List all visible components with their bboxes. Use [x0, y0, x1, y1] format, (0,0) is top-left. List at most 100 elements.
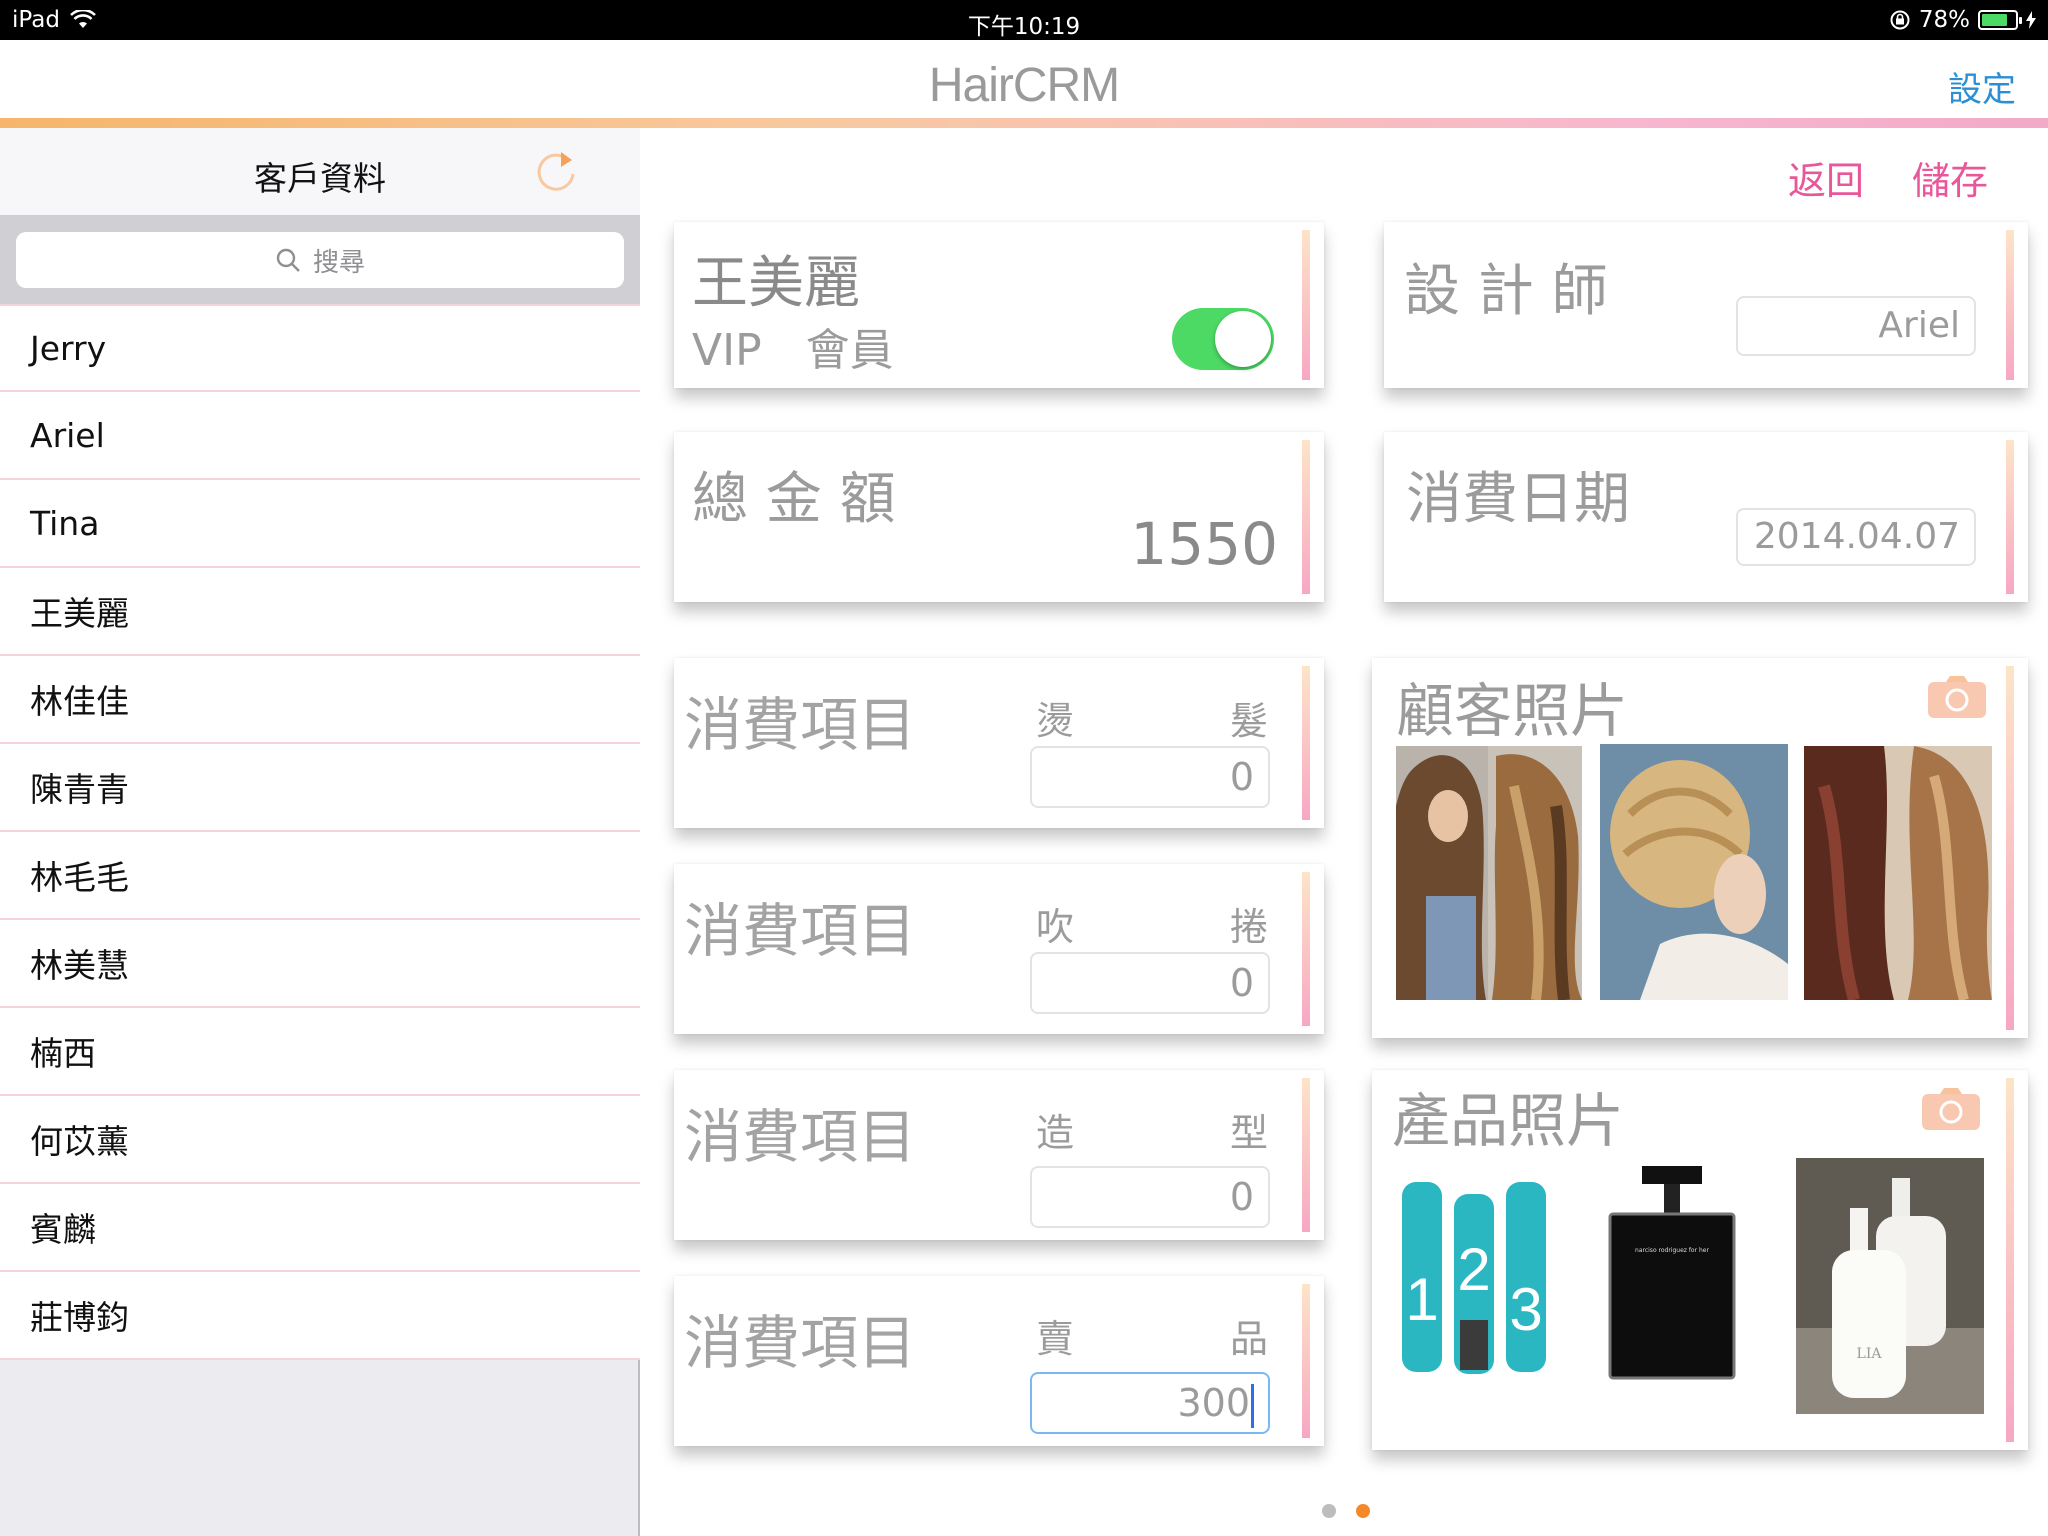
item-type-a: 吹 [1036, 905, 1075, 949]
customer-list-item[interactable]: 莊博鈞 [0, 1272, 640, 1360]
customer-list-item[interactable]: Ariel [0, 392, 640, 480]
settings-button[interactable]: 設定 [1948, 62, 2016, 111]
item-card: 消費項目 造 型 0 [674, 1070, 1324, 1240]
search-bar: 搜尋 [0, 216, 640, 304]
customer-list-item[interactable]: 王美麗 [0, 568, 640, 656]
action-bar: 返回 儲存 [1788, 150, 1988, 205]
customer-list-item[interactable]: Tina [0, 480, 640, 568]
card-accent [1302, 230, 1310, 380]
product-photo[interactable]: narciso rodriguez for her [1590, 1166, 1754, 1386]
item-card: 消費項目 吹 捲 0 [674, 864, 1324, 1034]
item-label: 消費項目 [684, 691, 917, 759]
date-card: 消費日期 2014.04.07 [1384, 432, 2028, 602]
total-label: 總 金 額 [692, 467, 896, 532]
customer-list: Jerry Ariel Tina 王美麗 林佳佳 陳青青 林毛毛 林美慧 楠西 何苡薰 賓麟 莊博鈞 [0, 304, 640, 1360]
card-accent [2006, 666, 2014, 1030]
customer-list-item[interactable]: 陳青青 [0, 744, 640, 832]
page-dot[interactable] [1322, 1504, 1336, 1518]
refresh-icon[interactable] [528, 144, 584, 200]
header-gradient-divider [0, 118, 2048, 128]
date-label: 消費日期 [1406, 467, 1630, 532]
product-photo[interactable]: LIA [1796, 1158, 1984, 1414]
product-photos-label: 產品照片 [1392, 1087, 1625, 1155]
svg-text:1: 1 [1405, 1266, 1438, 1333]
camera-icon[interactable] [1928, 676, 1986, 718]
customer-list-item[interactable]: 賓麟 [0, 1184, 640, 1272]
back-button[interactable]: 返回 [1788, 150, 1864, 205]
item-type-a: 賣 [1036, 1317, 1075, 1361]
svg-text:2: 2 [1457, 1236, 1490, 1303]
item-type-a: 造 [1036, 1111, 1075, 1155]
item-amount-field[interactable]: 0 [1030, 952, 1270, 1014]
camera-icon[interactable] [1922, 1088, 1980, 1130]
item-type-b: 髮 [1230, 699, 1269, 743]
battery-percent: 78% [1918, 7, 1970, 33]
save-button[interactable]: 儲存 [1912, 150, 1988, 205]
customer-photo[interactable] [1804, 746, 1992, 1000]
designer-label: 設 計 師 [1404, 259, 1608, 324]
bottle-label: LIA [1857, 1346, 1883, 1362]
status-bar: iPad 下午10:19 78% [0, 0, 2048, 40]
item-amount-field[interactable]: 300 [1030, 1372, 1270, 1434]
customer-photos-card: 顧客照片 [1372, 658, 2028, 1038]
customer-list-item[interactable]: 林毛毛 [0, 832, 640, 920]
item-label: 消費項目 [684, 1103, 917, 1171]
card-accent [1302, 872, 1310, 1026]
card-accent [2006, 440, 2014, 594]
toggle-knob [1215, 311, 1271, 367]
card-accent [2006, 230, 2014, 380]
item-type-a: 燙 [1036, 699, 1075, 743]
product-photo[interactable]: 1 2 3 [1390, 1170, 1558, 1380]
card-accent [1302, 1284, 1310, 1438]
status-time: 下午10:19 [967, 14, 1081, 40]
customer-list-item[interactable]: 林佳佳 [0, 656, 640, 744]
date-field[interactable]: 2014.04.07 [1736, 508, 1976, 566]
customer-name: 王美麗 [692, 251, 860, 316]
search-input[interactable]: 搜尋 [16, 232, 624, 288]
customer-card: 王美麗 VIP 會員 [674, 222, 1324, 388]
item-amount-value: 300 [1177, 1381, 1250, 1425]
card-accent [1302, 440, 1310, 594]
customer-list-item[interactable]: 楠西 [0, 1008, 640, 1096]
total-value: 1550 [1130, 510, 1278, 578]
customer-photo[interactable] [1396, 746, 1582, 1000]
vip-label: VIP 會員 [692, 325, 894, 376]
designer-card: 設 計 師 Ariel [1384, 222, 2028, 388]
item-amount-field[interactable]: 0 [1030, 1166, 1270, 1228]
svg-text:3: 3 [1509, 1276, 1542, 1343]
status-right: 78% [1889, 7, 2036, 33]
customer-photo[interactable] [1600, 744, 1788, 1000]
item-type-b: 捲 [1230, 905, 1269, 949]
perfume-label: narciso rodriguez for her [1635, 1247, 1709, 1254]
charging-icon [2026, 11, 2036, 29]
card-accent [1302, 666, 1310, 820]
item-amount-field[interactable]: 0 [1030, 746, 1270, 808]
page-dot[interactable] [1356, 1504, 1370, 1518]
customer-photos-label: 顧客照片 [1396, 677, 1629, 745]
vip-toggle[interactable] [1172, 308, 1274, 370]
item-card: 消費項目 燙 髮 0 [674, 658, 1324, 828]
card-accent [2006, 1078, 2014, 1442]
customer-sidebar: 客戶資料 搜尋 Jerry Ariel Tina 王美麗 林佳佳 陳青青 林毛毛 林美慧 楠西何… [0, 128, 640, 1536]
sidebar-header: 客戶資料 [0, 128, 640, 216]
customer-list-item[interactable]: 林美慧 [0, 920, 640, 1008]
battery-icon [1978, 10, 2022, 30]
customer-list-item[interactable]: 何苡薰 [0, 1096, 640, 1184]
search-icon [276, 248, 300, 272]
search-placeholder: 搜尋 [312, 247, 365, 278]
battery-fill [1982, 14, 2007, 26]
item-type-b: 型 [1230, 1111, 1269, 1155]
product-photos-card: 產品照片 1 2 3 narciso rodriguez for her LIA [1372, 1070, 2028, 1450]
item-card: 消費項目 賣 品 300 [674, 1276, 1324, 1446]
designer-field[interactable]: Ariel [1736, 296, 1976, 356]
item-label: 消費項目 [684, 897, 917, 965]
app-title: HairCRM [928, 59, 1120, 112]
orientation-lock-icon [1890, 10, 1910, 30]
nav-bar: HairCRM 設定 [0, 40, 2048, 128]
customer-list-item[interactable]: Jerry [0, 304, 640, 392]
total-card: 總 金 額 1550 [674, 432, 1324, 602]
page-indicator [1322, 1504, 1370, 1518]
item-label: 消費項目 [684, 1309, 917, 1377]
card-accent [1302, 1078, 1310, 1232]
item-type-b: 品 [1230, 1317, 1269, 1361]
